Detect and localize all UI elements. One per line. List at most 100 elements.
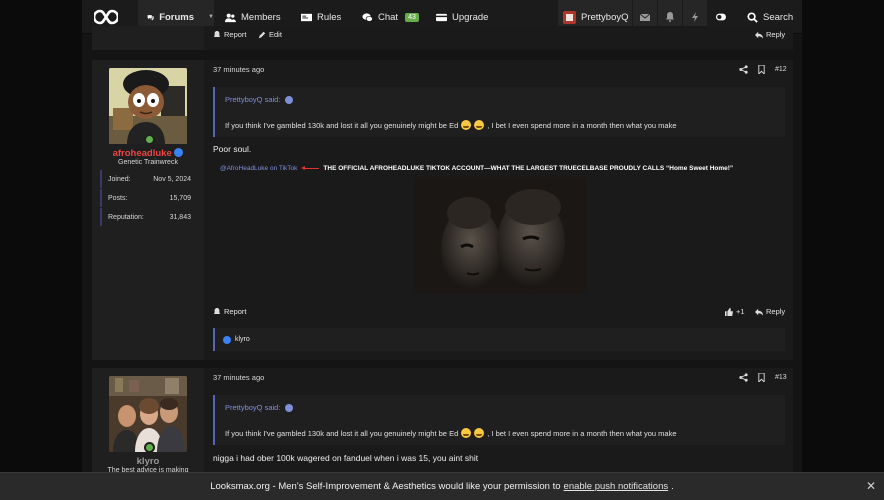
close-icon[interactable]: ✕ (866, 479, 876, 493)
arrow-up-icon[interactable] (285, 403, 294, 412)
quote-block: PrettyboyQ said: If you think I've gambl… (213, 395, 785, 445)
site-logo-icon[interactable] (94, 8, 118, 26)
chat-count-badge: 43 (405, 12, 419, 22)
page-margin-right (802, 0, 884, 500)
post-13: klyro The best advice is making 37 minut… (92, 368, 793, 474)
like-button[interactable]: +1 (725, 307, 745, 316)
reactions-bar[interactable]: klyro (213, 328, 785, 351)
previous-post-footer: Report Edit Reply (92, 26, 793, 50)
post-timestamp[interactable]: 37 minutes ago (213, 373, 264, 382)
laughing-emoji-icon (474, 120, 485, 130)
stat-reputation: Reputation: 31,843 (100, 208, 197, 226)
quote-text-a: If you think I've gambled 130k and lost … (225, 120, 459, 130)
nav-username: PrettyboyQ (581, 11, 629, 23)
signature-link[interactable]: @AfroHeadLuke on TikTok (220, 165, 297, 172)
reaction-user[interactable]: klyro (235, 336, 250, 343)
stat-reputation-label: Reputation: (108, 213, 144, 221)
rules-icon (301, 13, 312, 21)
author-title: Genetic Trainwreck (118, 159, 178, 166)
nav-search-label: Search (763, 11, 794, 23)
like-count: +1 (736, 307, 745, 316)
notice-text: Looksmax.org - Men's Self-Improvement & … (210, 481, 561, 492)
post-timestamp[interactable]: 37 minutes ago (213, 65, 264, 74)
group-photo-avatar-icon (109, 376, 187, 452)
author-sidebar: klyro The best advice is making (92, 368, 204, 474)
online-status-icon (144, 442, 155, 453)
quote-text: If you think I've gambled 130k and lost … (225, 428, 677, 438)
forums-icon (147, 14, 154, 21)
quote-author-label: PrettyboyQ said: (225, 95, 281, 104)
stat-joined-value: Nov 5, 2024 (153, 175, 191, 183)
report-button[interactable]: Report (213, 307, 247, 316)
like-reaction-icon (223, 335, 231, 344)
notice-end: . (671, 481, 674, 492)
chat-icon (362, 12, 373, 22)
nav-members-label: Members (241, 11, 281, 23)
edit-button[interactable]: Edit (258, 30, 282, 39)
envelope-icon (640, 13, 650, 21)
author-sidebar: afroheadluke Genetic Trainwreck Joined: N… (92, 60, 204, 360)
stat-joined: Joined: Nov 5, 2024 (100, 170, 197, 188)
quote-text-b: , I bet I even spend more in a month the… (487, 120, 677, 130)
chevron-down-icon[interactable]: ▼ (208, 14, 214, 20)
quote-block: PrettyboyQ said: If you think I've gambl… (213, 87, 785, 137)
report-label: Report (224, 30, 247, 39)
nav-upgrade-label: Upgrade (452, 11, 489, 23)
quote-author[interactable]: PrettyboyQ said: (225, 403, 294, 412)
author-avatar[interactable] (109, 68, 187, 144)
author-name: afroheadluke (112, 148, 172, 159)
stat-reputation-value: 31,843 (169, 213, 191, 221)
stat-posts: Posts: 15,709 (100, 189, 197, 207)
enable-push-link[interactable]: enable push notifications (564, 481, 669, 492)
report-button[interactable]: Report (213, 30, 247, 39)
quote-text-a: If you think I've gambled 130k and lost … (225, 428, 459, 438)
author-username[interactable]: klyro (92, 456, 204, 467)
post-actions: #13 (739, 373, 787, 382)
reply-icon (755, 31, 763, 39)
lightning-icon (692, 12, 698, 22)
nav-rules-label: Rules (317, 11, 342, 23)
reply-button[interactable]: Reply (755, 307, 785, 316)
thumbs-up-icon (725, 307, 733, 316)
stat-posts-label: Posts: (108, 194, 128, 202)
search-icon (747, 11, 758, 23)
theme-toggle-icon (716, 13, 726, 21)
post-body-text: Poor soul. (213, 144, 252, 154)
post-number[interactable]: #12 (775, 66, 787, 73)
previous-post-sidebar (92, 26, 204, 50)
cartoon-avatar-icon (109, 68, 187, 144)
author-avatar[interactable] (109, 376, 187, 452)
laughing-emoji-icon (461, 120, 472, 130)
upgrade-icon (436, 13, 447, 21)
bookmark-icon[interactable] (757, 373, 766, 382)
members-icon (225, 13, 236, 22)
signature-image (413, 177, 587, 294)
share-icon[interactable] (739, 65, 748, 74)
report-label: Report (224, 307, 247, 316)
reply-label: Reply (766, 307, 786, 316)
post-number[interactable]: #13 (775, 374, 787, 381)
push-notification-banner: Looksmax.org - Men's Self-Improvement & … (0, 472, 884, 500)
verified-badge-icon (174, 148, 184, 157)
share-icon[interactable] (739, 373, 748, 382)
arrow-left-icon (301, 166, 320, 171)
nav-chat-label: Chat (378, 11, 399, 23)
signature: @AfroHeadLuke on TikTok THE OFFICIAL AFR… (220, 165, 733, 172)
quote-author[interactable]: PrettyboyQ said: (225, 95, 294, 104)
author-name: klyro (136, 456, 160, 467)
online-status-icon (144, 134, 155, 145)
reply-label: Reply (766, 30, 786, 39)
edit-label: Edit (269, 30, 282, 39)
stat-joined-label: Joined: (108, 175, 131, 183)
arrow-up-icon[interactable] (285, 95, 294, 104)
user-avatar (563, 10, 576, 24)
bell-icon (666, 12, 674, 22)
reply-icon (755, 308, 763, 316)
page-container: Forums ▼ Members Rules Chat 43 Upgrade P… (82, 0, 802, 500)
statue-faces-image (413, 177, 587, 294)
quote-author-label: PrettyboyQ said: (225, 403, 281, 412)
author-username[interactable]: afroheadluke (92, 148, 204, 159)
bookmark-icon[interactable] (757, 65, 766, 74)
reply-button[interactable]: Reply (755, 30, 785, 39)
page-margin-left (0, 0, 82, 500)
